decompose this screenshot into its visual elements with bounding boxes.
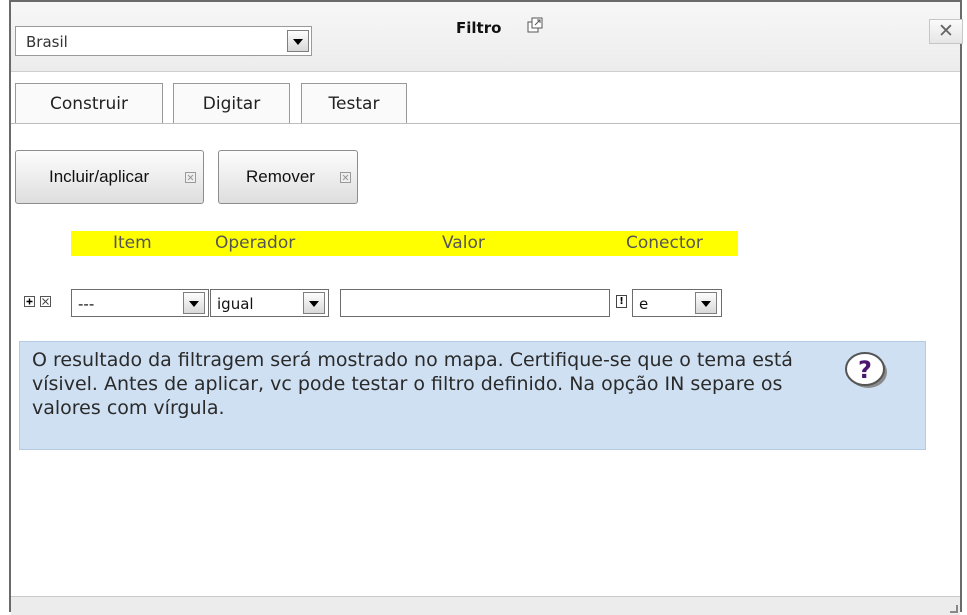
tab-label: Construir <box>49 94 129 114</box>
column-operator: Operador <box>215 233 296 253</box>
close-icon: ✕ <box>938 20 954 42</box>
operator-select[interactable]: igual <box>210 289 329 317</box>
close-button[interactable]: ✕ <box>929 19 963 44</box>
tab-label: Testar <box>328 94 380 114</box>
operator-select-value: igual <box>217 295 254 313</box>
connector-select[interactable]: e <box>632 289 722 317</box>
filter-window: Brasil Filtro ✕ Construir Digitar Testar… <box>9 0 963 615</box>
column-connector: Conector <box>626 233 703 253</box>
include-apply-label: Incluir/aplicar <box>49 167 150 186</box>
context-select[interactable]: Brasil <box>15 26 312 56</box>
context-select-value: Brasil <box>26 33 68 51</box>
help-icon[interactable]: ? <box>843 350 889 390</box>
chevron-down-icon[interactable] <box>303 292 325 314</box>
column-value: Valor <box>442 233 485 253</box>
tab-construir[interactable]: Construir <box>15 83 163 124</box>
status-bar <box>11 596 960 615</box>
remove-label: Remover <box>246 167 315 186</box>
column-item: Item <box>113 233 152 253</box>
close-small-icon <box>340 172 351 183</box>
item-select[interactable]: --- <box>71 289 209 317</box>
close-small-icon <box>185 172 196 183</box>
remove-button[interactable]: Remover <box>218 150 358 204</box>
tab-divider <box>11 123 960 124</box>
include-apply-button[interactable]: Incluir/aplicar <box>15 150 204 204</box>
remove-row-icon[interactable] <box>40 296 51 307</box>
value-input[interactable] <box>340 289 610 317</box>
plus-icon[interactable] <box>24 296 35 307</box>
info-panel: O resultado da filtragem será mostrado n… <box>19 341 926 450</box>
popout-icon[interactable] <box>527 17 543 33</box>
help-symbol: ? <box>858 356 872 384</box>
chevron-down-icon[interactable] <box>183 292 205 314</box>
columns-header: Item Operador Valor Conector <box>71 231 738 256</box>
tab-testar[interactable]: Testar <box>301 83 407 124</box>
title-bar: Brasil Filtro ✕ <box>11 2 963 72</box>
connector-select-value: e <box>639 295 649 313</box>
item-select-value: --- <box>78 295 95 313</box>
chevron-down-icon[interactable] <box>287 30 309 52</box>
tab-label: Digitar <box>202 94 261 114</box>
tab-digitar[interactable]: Digitar <box>173 83 290 124</box>
info-text: O resultado da filtragem será mostrado n… <box>32 349 793 419</box>
exclamation-icon[interactable]: ! <box>616 295 627 308</box>
chevron-down-icon[interactable] <box>695 292 717 314</box>
window-title: Filtro <box>456 19 502 37</box>
